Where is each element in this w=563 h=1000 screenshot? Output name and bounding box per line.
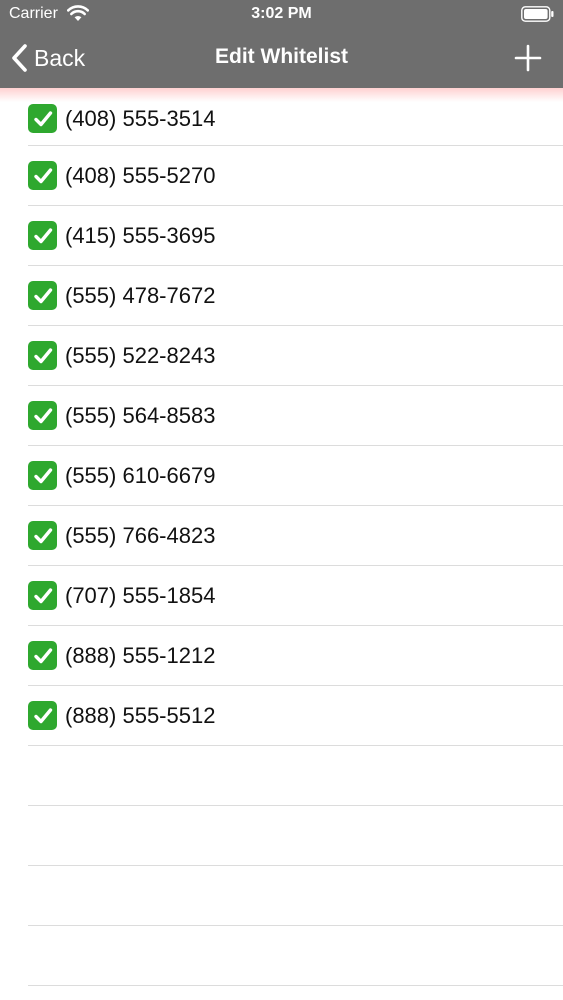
- checkmark-box-icon: [28, 521, 57, 550]
- whitelist-row[interactable]: (555) 522-8243: [0, 326, 563, 386]
- phone-number: (408) 555-3514: [65, 106, 216, 131]
- whitelist-row[interactable]: (408) 555-5270: [0, 146, 563, 206]
- phone-number: (555) 766-4823: [65, 523, 216, 548]
- battery-icon: [521, 6, 554, 22]
- whitelist-table: (408) 555-3514 (408) 555-5270 (415) 555-…: [0, 88, 563, 986]
- checkmark-box-icon: [28, 401, 57, 430]
- whitelist-row[interactable]: (888) 555-1212: [0, 626, 563, 686]
- navigation-bar: Back Edit Whitelist: [0, 30, 563, 88]
- phone-number: (888) 555-1212: [65, 643, 216, 668]
- whitelist-row[interactable]: (555) 478-7672: [0, 266, 563, 326]
- plus-icon[interactable]: [513, 43, 543, 73]
- phone-number: (408) 555-5270: [65, 163, 216, 188]
- nav-bar-shadow: [0, 88, 563, 102]
- back-label: Back: [34, 44, 86, 71]
- whitelist-row[interactable]: (555) 610-6679: [0, 446, 563, 506]
- phone-number: (707) 555-1854: [65, 583, 216, 608]
- checkmark-box-icon: [28, 641, 57, 670]
- checkmark-box-icon: [28, 161, 57, 190]
- top-bar: Carrier 3:02 PM Back Edit Whitelist: [0, 0, 563, 88]
- phone-number: (555) 478-7672: [65, 283, 216, 308]
- phone-number: (888) 555-5512: [65, 703, 216, 728]
- checkmark-box-icon: [28, 221, 57, 250]
- back-button[interactable]: Back: [10, 40, 85, 76]
- phone-number: (555) 610-6679: [65, 463, 216, 488]
- phone-number: (415) 555-3695: [65, 223, 216, 248]
- empty-row: [0, 806, 563, 866]
- checkmark-box-icon: [28, 581, 57, 610]
- chevron-left-icon: [12, 44, 27, 72]
- whitelist-row[interactable]: (707) 555-1854: [0, 566, 563, 626]
- checkmark-box-icon: [28, 281, 57, 310]
- whitelist-row[interactable]: (415) 555-3695: [0, 206, 563, 266]
- clock: 3:02 PM: [251, 5, 312, 22]
- checkmark-box-icon: [28, 104, 57, 133]
- phone-number: (555) 564-8583: [65, 403, 216, 428]
- whitelist-row[interactable]: (555) 564-8583: [0, 386, 563, 446]
- checkmark-box-icon: [28, 341, 57, 370]
- whitelist-row[interactable]: (555) 766-4823: [0, 506, 563, 566]
- status-bar: Carrier 3:02 PM: [0, 0, 563, 30]
- empty-row: [0, 926, 563, 986]
- whitelist-row[interactable]: (888) 555-5512: [0, 686, 563, 746]
- checkmark-box-icon: [28, 701, 57, 730]
- empty-row: [0, 746, 563, 806]
- phone-number: (555) 522-8243: [65, 343, 216, 368]
- checkmark-box-icon: [28, 461, 57, 490]
- empty-row: [0, 866, 563, 926]
